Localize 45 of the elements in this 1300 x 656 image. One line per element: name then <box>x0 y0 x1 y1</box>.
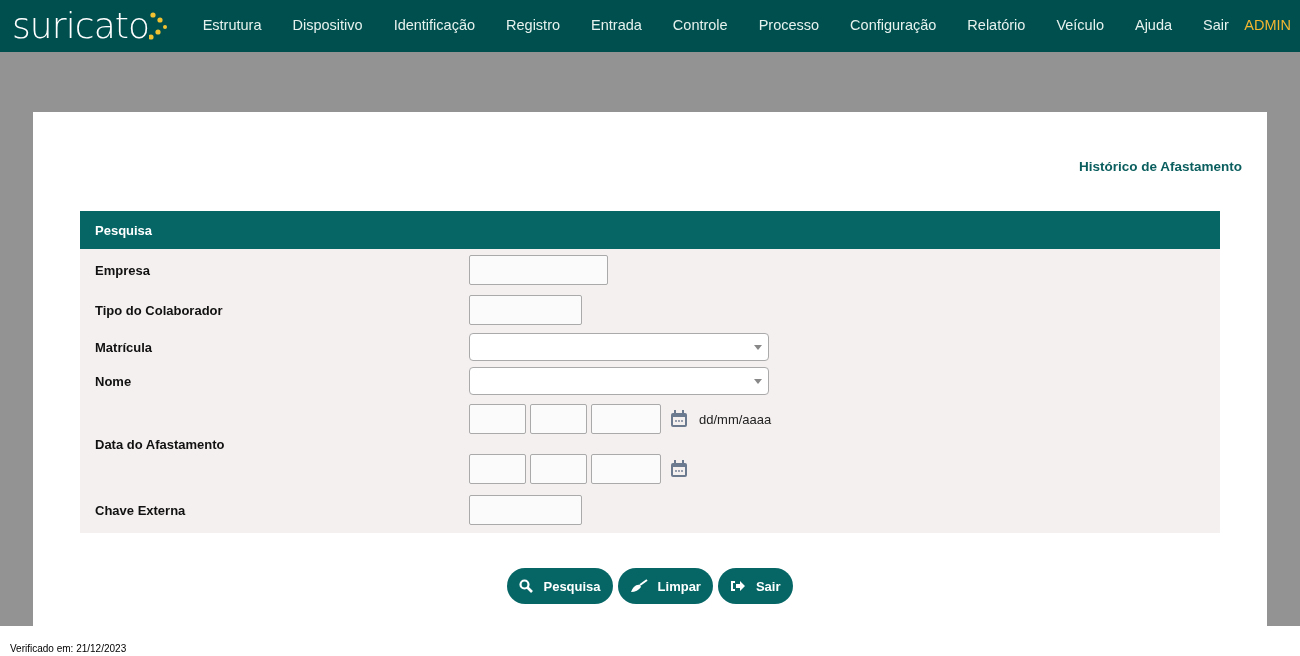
action-button[interactable]: Sair <box>717 568 793 605</box>
broom-icon <box>629 579 648 594</box>
input-field[interactable] <box>530 454 587 485</box>
field-label: Chave Externa <box>94 501 187 520</box>
input-field[interactable] <box>469 255 608 286</box>
input-field[interactable] <box>530 404 587 435</box>
nav-menu-item[interactable]: Sair <box>1187 15 1245 37</box>
nav-menu-item[interactable]: Dispositivo <box>277 15 379 37</box>
nav-menu-item[interactable]: Veículo <box>1040 15 1120 37</box>
field-label: Data do Afastamento <box>94 435 226 454</box>
nav-menu-item[interactable]: Processo <box>743 15 835 37</box>
caret-icon <box>754 378 762 384</box>
input-field[interactable] <box>469 495 582 526</box>
dropdown-field[interactable] <box>469 367 769 396</box>
nav-menu-item[interactable]: Configuração <box>834 15 952 37</box>
field-label: Nome <box>94 372 133 391</box>
action-button[interactable]: Pesquisa <box>507 568 613 605</box>
nav-menu-item[interactable]: Ajuda <box>1119 15 1188 37</box>
calendar-icon[interactable] <box>669 409 689 430</box>
field-label: Empresa <box>94 261 151 280</box>
search-icon <box>519 579 534 594</box>
nav-menu-item[interactable]: Identificação <box>378 15 491 37</box>
input-field[interactable] <box>469 454 526 485</box>
nav-menu-item[interactable]: Relatório <box>951 15 1041 37</box>
action-button[interactable]: Limpar <box>617 568 713 605</box>
user-name[interactable]: ADMIN <box>1244 15 1292 37</box>
date-format-hint: dd/mm/aaaa <box>699 410 772 429</box>
nav-menu-item[interactable]: Estrutura <box>187 15 277 37</box>
nav-menu-item[interactable]: Registro <box>490 15 576 37</box>
panel-title: Pesquisa <box>94 221 153 240</box>
field-label: Tipo do Colaborador <box>94 301 224 320</box>
input-field[interactable] <box>591 404 661 435</box>
calendar-icon[interactable] <box>669 459 689 480</box>
exit-icon <box>729 579 746 594</box>
dropdown-field[interactable] <box>469 333 769 362</box>
input-field[interactable] <box>469 404 526 435</box>
field-label: Matrícula <box>94 338 154 357</box>
caret-icon <box>754 344 762 350</box>
input-field[interactable] <box>591 454 661 485</box>
dots-icon <box>149 9 168 43</box>
input-field[interactable] <box>469 295 582 326</box>
nav-menu-item[interactable]: Controle <box>657 15 744 37</box>
verification-date: Verificado em: 21/12/2023 <box>10 643 127 654</box>
page-title: Histórico de Afastamento <box>1078 158 1242 176</box>
nav-menu-item[interactable]: Entrada <box>575 15 658 37</box>
